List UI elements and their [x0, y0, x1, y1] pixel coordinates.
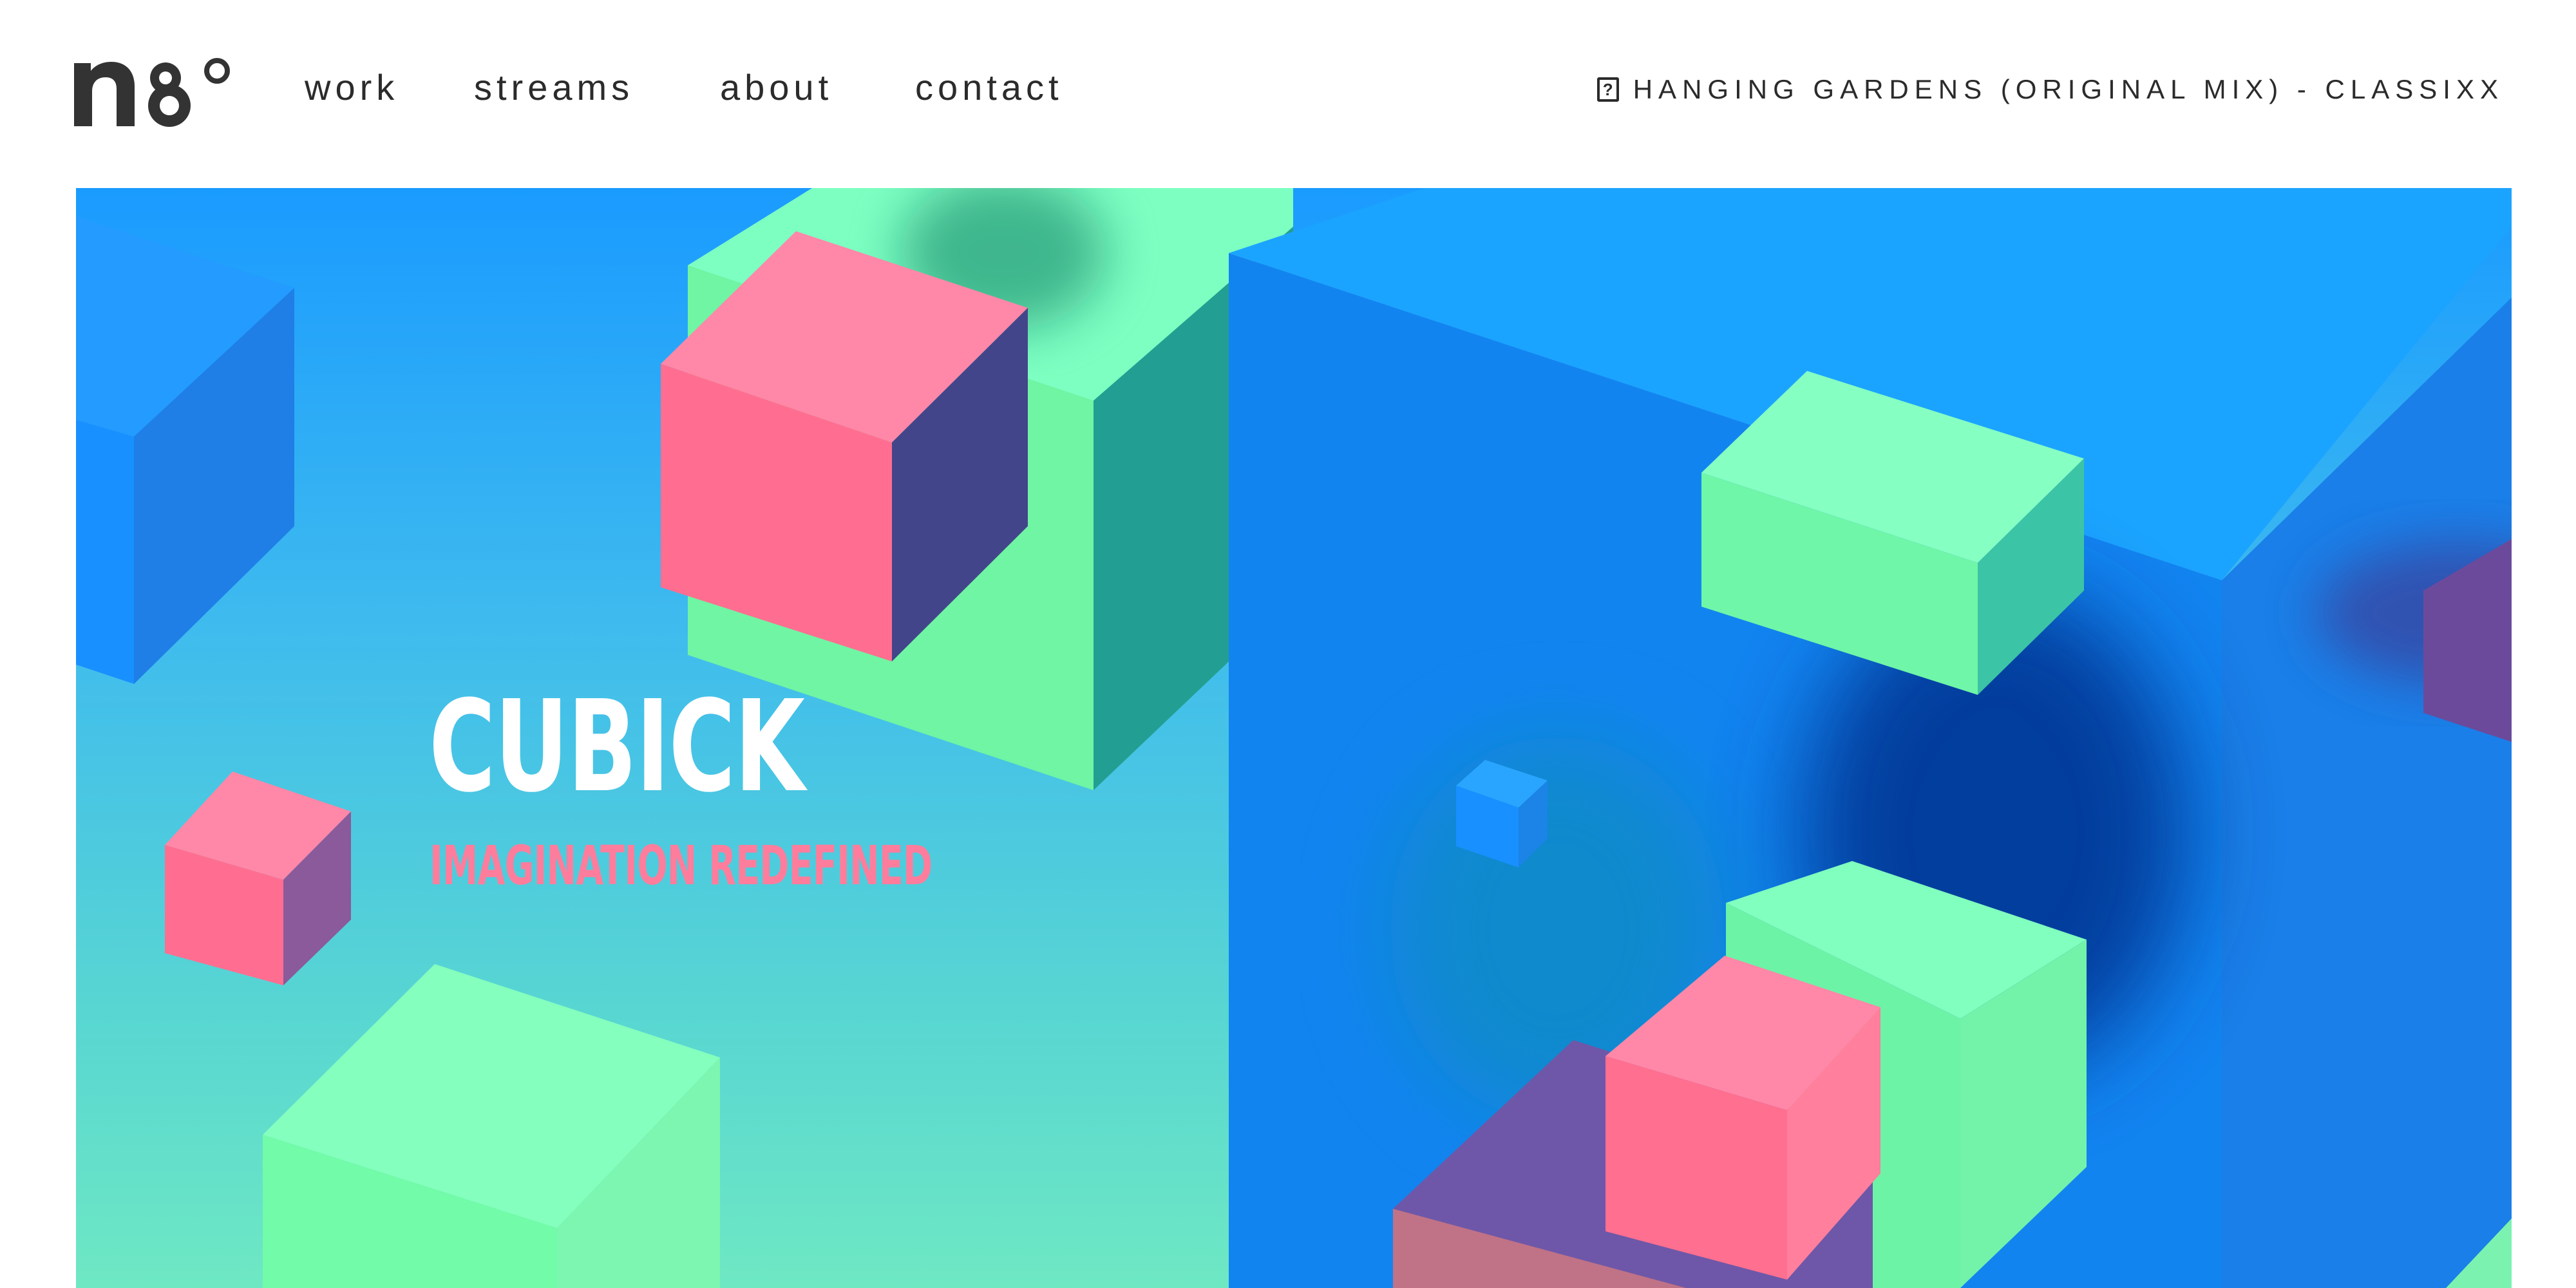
- now-playing-track: HANGING GARDENS (ORIGINAL MIX) - CLASSIX…: [1633, 74, 2504, 104]
- cube-green-bottom-left: [263, 964, 720, 1288]
- hero-title: CUBICK: [429, 674, 805, 820]
- question-box-icon: ?: [1596, 77, 1619, 102]
- site-header: work streams about contact ? HANGING GAR…: [0, 0, 2576, 188]
- nav-about[interactable]: about: [720, 66, 833, 108]
- now-playing[interactable]: ? HANGING GARDENS (ORIGINAL MIX) - CLASS…: [1596, 74, 2504, 105]
- nav-streams[interactable]: streams: [474, 66, 634, 108]
- cube-pink-left: [165, 772, 351, 985]
- logo[interactable]: [74, 57, 232, 128]
- nav-contact[interactable]: contact: [915, 66, 1063, 108]
- hero-subtitle: IMAGINATION REDEFINED: [430, 834, 933, 897]
- cube-blue-left: [76, 216, 294, 684]
- hero-banner: CUBICK IMAGINATION REDEFINED: [76, 188, 2512, 1288]
- ng-degree-logo-icon: [74, 58, 230, 127]
- nav-work[interactable]: work: [305, 66, 399, 108]
